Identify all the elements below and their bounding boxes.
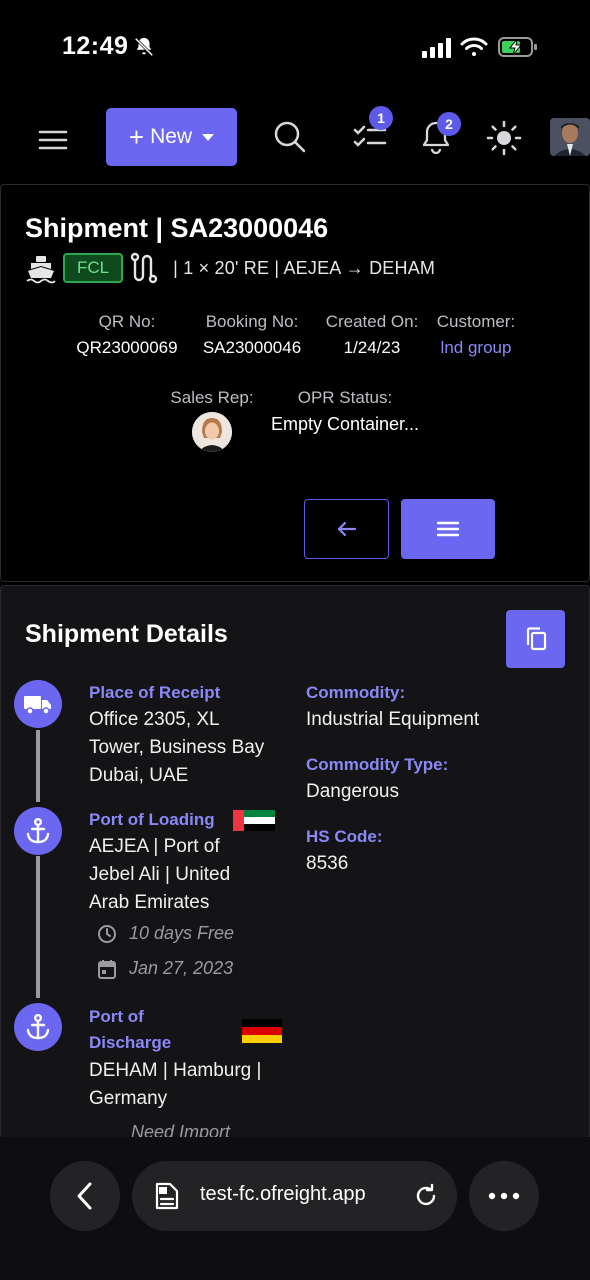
truck-icon [24, 696, 51, 715]
menu-icon[interactable] [36, 124, 70, 156]
copy-icon [526, 627, 546, 651]
port-of-discharge-line: Germany [89, 1088, 168, 1109]
qr-value: QR23000069 [76, 338, 178, 357]
loading-date-row: Jan 27, 2023 [97, 958, 233, 979]
booking-value: SA23000046 [202, 338, 302, 357]
port-of-discharge-line: DEHAM | Hamburg | [89, 1060, 262, 1081]
sales-rep-avatar[interactable] [192, 412, 232, 452]
loading-date-text: Jan 27, 2023 [129, 958, 234, 978]
timeline-node [14, 1003, 62, 1051]
search-icon[interactable] [273, 120, 307, 154]
port-of-discharge-label: Discharge [89, 1033, 172, 1052]
timeline-line [36, 730, 40, 802]
timeline-node [14, 680, 62, 728]
app-header: + New 1 2 [0, 100, 590, 180]
hs-code-label: HS Code: [306, 827, 383, 846]
booking-label: Booking No: [205, 312, 299, 331]
arrow-left-icon [337, 521, 356, 537]
ship-icon [26, 256, 56, 284]
menu-icon [436, 521, 460, 537]
created-label: Created On: [325, 312, 419, 331]
created-value: 1/24/23 [343, 338, 401, 357]
new-button-label: New [150, 125, 193, 148]
details-title: Shipment Details [25, 620, 228, 648]
new-button[interactable]: + New [106, 108, 237, 166]
browser-toolbar: test-fc.ofreight.app [0, 1137, 590, 1280]
commodity-label: Commodity: [306, 683, 406, 702]
document-icon [155, 1182, 179, 1210]
anchor-icon [26, 1014, 50, 1040]
reload-icon[interactable] [413, 1183, 439, 1209]
port-of-loading-line: AEJEA | Port of [89, 836, 220, 857]
back-button[interactable] [304, 499, 389, 559]
chevron-left-icon [77, 1182, 92, 1210]
user-avatar[interactable] [550, 118, 590, 156]
more-icon [488, 1192, 520, 1200]
bell-off-icon [134, 37, 154, 57]
url-text: test-fc.ofreight.app [200, 1183, 366, 1205]
port-of-discharge-label: Port of [89, 1007, 144, 1026]
place-of-receipt-line: Tower, Business Bay [89, 737, 265, 758]
more-options-button[interactable] [469, 1161, 539, 1231]
copy-button[interactable] [506, 610, 565, 668]
commodity-type-label: Commodity Type: [306, 755, 449, 774]
signal-icon [422, 38, 451, 58]
status-time: 12:49 [62, 32, 129, 60]
address-bar[interactable]: test-fc.ofreight.app [132, 1161, 457, 1231]
uae-flag-icon [233, 810, 275, 831]
plus-icon: + [128, 122, 145, 152]
status-bar: 12:49 [0, 0, 590, 96]
tasks-badge: 1 [369, 106, 393, 130]
shipment-summary-card: Shipment | SA23000046 FCL | 1 × 20' RE |… [0, 184, 590, 582]
anchor-icon [26, 818, 50, 844]
customer-link[interactable]: lnd group [429, 338, 523, 358]
shipment-subtitle: FCL | 1 × 20' RE | AEJEA → DEHAM [25, 251, 435, 285]
commodity-value: Industrial Equipment [306, 709, 480, 730]
clock-icon [98, 924, 116, 943]
notifications-badge: 2 [437, 112, 461, 136]
opr-status-value: Empty Container... [270, 414, 420, 434]
opr-status-label: OPR Status: [297, 388, 393, 407]
actions-menu-button[interactable] [401, 499, 495, 559]
shipment-title: Shipment | SA23000046 [25, 213, 329, 243]
fcl-badge: FCL [63, 253, 124, 283]
germany-flag-icon [242, 1019, 282, 1043]
hs-code-value: 8536 [306, 853, 349, 874]
caret-down-icon [202, 133, 215, 141]
sun-icon[interactable] [486, 120, 522, 156]
place-of-receipt-line: Office 2305, XL [89, 709, 220, 730]
port-of-loading-line: Jebel Ali | United [89, 864, 231, 885]
route-summary: | 1 × 20' RE | AEJEA → DEHAM [173, 257, 436, 278]
qr-label: QR No: [98, 312, 156, 331]
port-of-loading-line: Arab Emirates [89, 892, 210, 913]
port-of-loading-label: Port of Loading [89, 810, 215, 829]
timeline-node [14, 807, 62, 855]
customer-label: Customer: [436, 312, 516, 331]
wifi-icon [460, 37, 488, 56]
place-of-receipt-label: Place of Receipt [89, 683, 221, 702]
battery-charging-icon [498, 37, 537, 57]
route-icon [130, 252, 158, 284]
timeline-line [36, 856, 40, 998]
shipment-details-card: Shipment Details Place of Receipt Office… [0, 585, 590, 1145]
place-of-receipt-line: Dubai, UAE [89, 765, 189, 786]
calendar-icon [98, 959, 116, 979]
free-days-text: 10 days Free [129, 923, 235, 943]
sales-rep-label: Sales Rep: [170, 388, 254, 407]
browser-back-button[interactable] [50, 1161, 120, 1231]
free-days-row: 10 days Free [97, 923, 234, 944]
commodity-type-value: Dangerous [306, 781, 399, 802]
